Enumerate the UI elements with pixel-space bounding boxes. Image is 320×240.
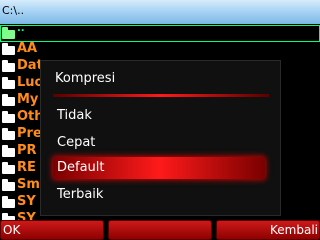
folder-icon <box>2 162 15 174</box>
option-label: Default <box>57 160 105 175</box>
folder-label: Dat <box>17 58 43 73</box>
folder-label: PR <box>17 143 37 158</box>
folder-icon <box>2 27 15 39</box>
parent-folder-label: .. <box>17 23 25 34</box>
option-label: Tidak <box>57 108 92 123</box>
folder-icon <box>2 111 15 123</box>
option-cepat[interactable]: Cepat <box>53 132 265 154</box>
path-label: C:\.. <box>2 4 25 17</box>
folder-icon <box>2 196 15 208</box>
folder-icon <box>2 145 15 157</box>
back-softkey[interactable]: Kembali <box>216 220 320 240</box>
title-divider <box>53 94 269 97</box>
back-label: Kembali <box>270 223 318 237</box>
folder-label: My <box>17 92 39 107</box>
folder-icon <box>2 77 15 89</box>
ok-softkey[interactable]: OK <box>0 220 104 240</box>
compression-dialog: Kompresi Tidak Cepat Default Terbaik <box>40 60 281 216</box>
folder-label: AA <box>17 41 38 56</box>
folder-label: SY <box>17 194 36 209</box>
folder-label: RE <box>17 160 36 175</box>
folder-icon <box>2 43 15 55</box>
option-label: Terbaik <box>57 187 104 202</box>
softkey-bar: OK Kembali <box>0 220 320 240</box>
option-label: Cepat <box>57 135 96 150</box>
parent-folder-row[interactable]: .. <box>0 23 320 42</box>
option-terbaik[interactable]: Terbaik <box>53 184 265 206</box>
folder-icon <box>2 179 15 191</box>
ok-label: OK <box>3 223 21 237</box>
screen: C:\.. .. AA Dat Luo My Oth Pre PR RE Sm … <box>0 0 320 240</box>
dialog-title: Kompresi <box>55 71 116 86</box>
folder-icon <box>2 94 15 106</box>
folder-row[interactable]: AA <box>0 41 320 58</box>
center-softkey[interactable] <box>108 220 212 240</box>
folder-icon <box>2 60 15 72</box>
option-default[interactable]: Default <box>53 157 265 179</box>
title-bar: C:\.. <box>0 0 320 24</box>
option-tidak[interactable]: Tidak <box>53 105 265 127</box>
folder-label: Pre <box>17 126 42 141</box>
folder-label: Sm <box>17 177 40 192</box>
folder-icon <box>2 128 15 140</box>
